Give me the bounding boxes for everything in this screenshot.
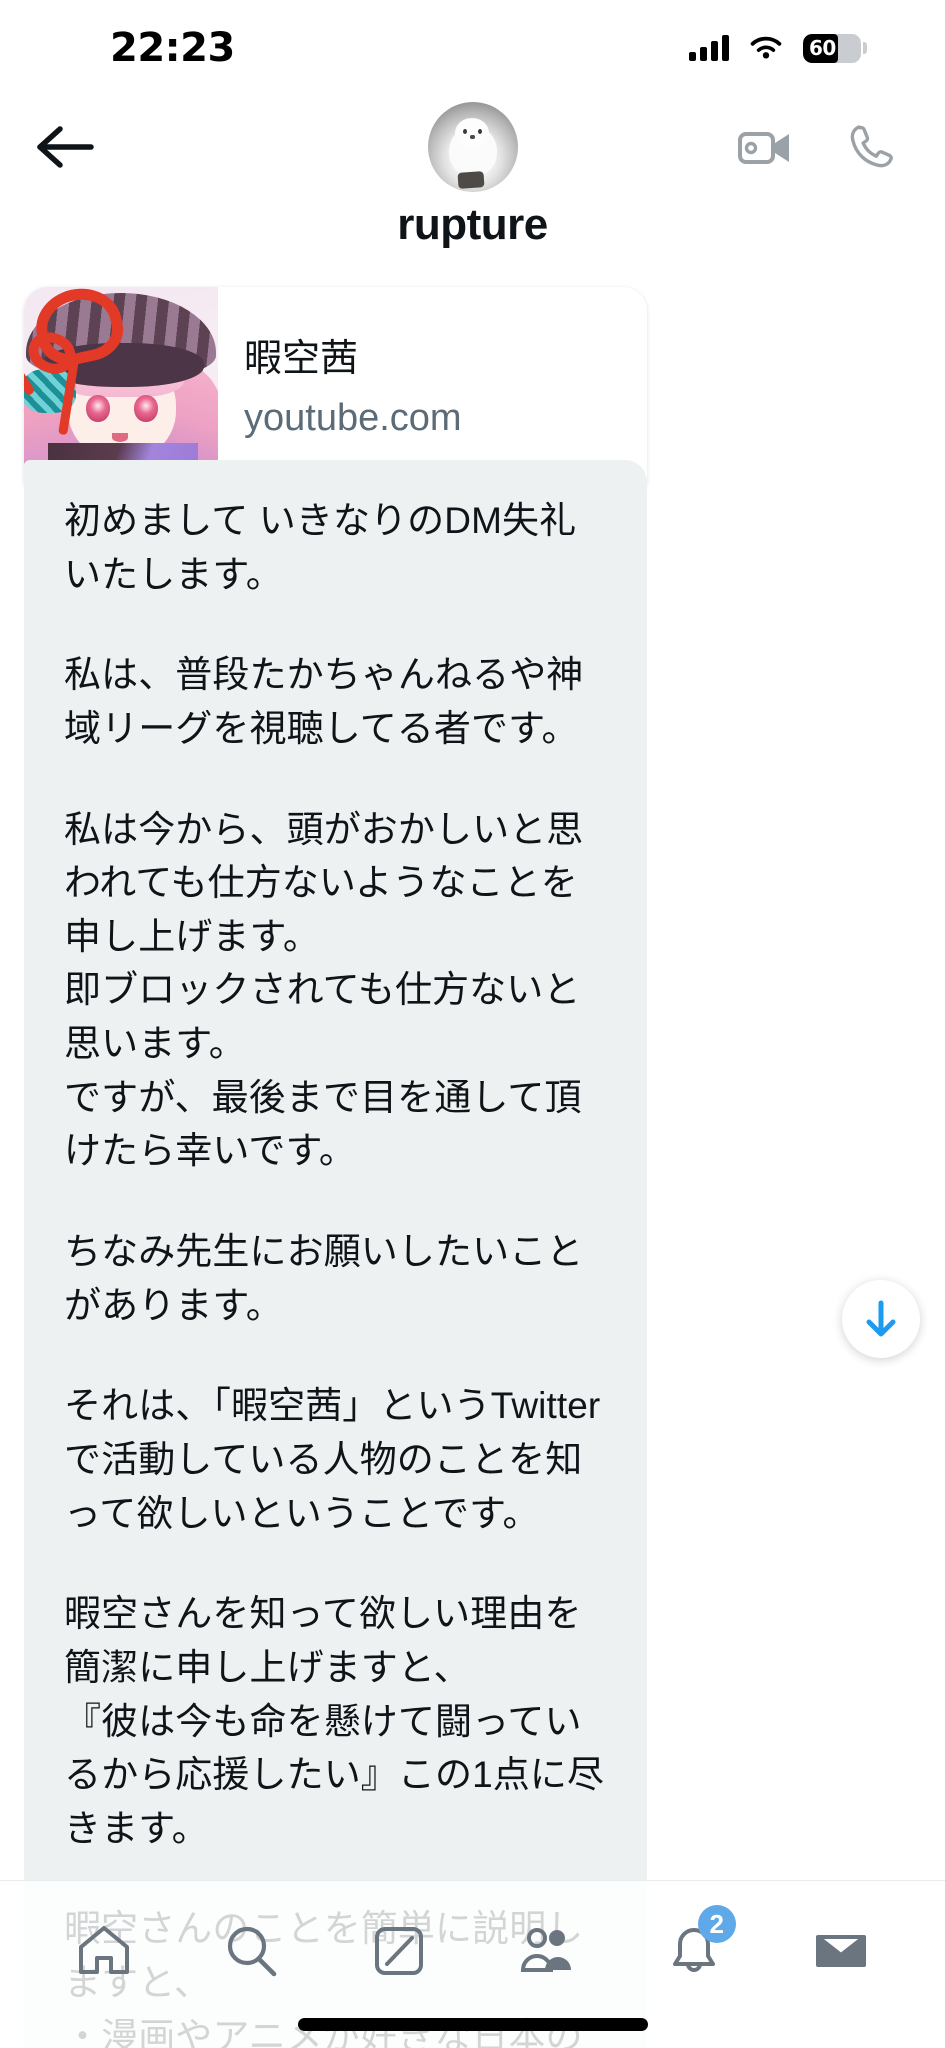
- link-preview-card[interactable]: 暇空茜 youtube.com: [24, 287, 647, 487]
- battery-percent-label: 60: [809, 36, 836, 60]
- video-call-button[interactable]: [723, 106, 807, 190]
- status-indicators: 60: [689, 33, 867, 63]
- message-bubble[interactable]: 初めまして いきなりのDM失礼いたします。 私は、普段たかちゃんねるや神域リーグ…: [24, 460, 647, 2048]
- video-camera-icon: [738, 132, 789, 164]
- chat-header: rupture: [0, 96, 945, 276]
- page-title: rupture: [397, 200, 548, 249]
- phone-screen: 22:23 60 rupture 暇空茜 youtube.com 初めまして い…: [0, 0, 945, 2048]
- compose-icon: [374, 1927, 423, 1975]
- home-indicator: [297, 2018, 648, 2031]
- voice-call-button[interactable]: [829, 106, 913, 190]
- cellular-signal-icon: [689, 35, 729, 61]
- nav-item-home[interactable]: [56, 1903, 152, 1999]
- scroll-to-bottom-button[interactable]: [842, 1280, 920, 1358]
- status-time: 22:23: [110, 25, 235, 71]
- link-preview-domain: youtube.com: [244, 396, 462, 439]
- header-actions: [723, 106, 913, 190]
- message-thread[interactable]: 暇空茜 youtube.com 初めまして いきなりのDM失礼いたします。 私は…: [0, 276, 945, 2048]
- message-paragraph: 私は、普段たかちゃんねるや神域リーグを視聴してる者です。: [64, 654, 584, 749]
- message-paragraph: 暇空さんを知って欲しい理由を簡潔に申し上げますと、 『彼は今も命を懸けて闘ってい…: [64, 1593, 605, 1849]
- link-preview-meta: 暇空茜 youtube.com: [218, 287, 647, 487]
- link-preview-thumbnail: [24, 287, 218, 487]
- nav-item-messages[interactable]: [793, 1903, 889, 1999]
- arrow-down-icon: [866, 1300, 896, 1337]
- phone-icon: [850, 125, 893, 168]
- nav-item-communities[interactable]: [498, 1903, 594, 1999]
- back-button[interactable]: [22, 104, 108, 190]
- search-icon: [228, 1926, 277, 1977]
- status-bar: 22:23 60: [0, 0, 945, 96]
- mail-icon: [816, 1935, 867, 1967]
- message-paragraph: ちなみ先生にお願いしたいことがあります。: [64, 1231, 584, 1326]
- back-arrow-icon: [37, 126, 94, 168]
- message-paragraph: 私は今から、頭がおかしいと思われても仕方ないようなことを申し上げます。 即ブロッ…: [64, 808, 584, 1172]
- message-paragraph: それは、「暇空茜」というTwitterで活動している人物のことを知って欲しいとい…: [64, 1385, 601, 1534]
- home-icon: [78, 1926, 129, 1974]
- message-paragraph: 初めまして いきなりのDM失礼いたします。: [64, 500, 577, 595]
- avatar[interactable]: [427, 102, 518, 192]
- wifi-icon: [750, 36, 782, 58]
- nav-item-notifications[interactable]: 2: [646, 1903, 742, 1999]
- communities-icon: [521, 1928, 572, 1972]
- nav-item-search[interactable]: [203, 1903, 299, 1999]
- battery-icon: 60: [803, 33, 867, 63]
- link-preview-title: 暇空茜: [244, 338, 359, 380]
- nav-item-compose[interactable]: [351, 1903, 447, 1999]
- notifications-badge: 2: [697, 1905, 736, 1943]
